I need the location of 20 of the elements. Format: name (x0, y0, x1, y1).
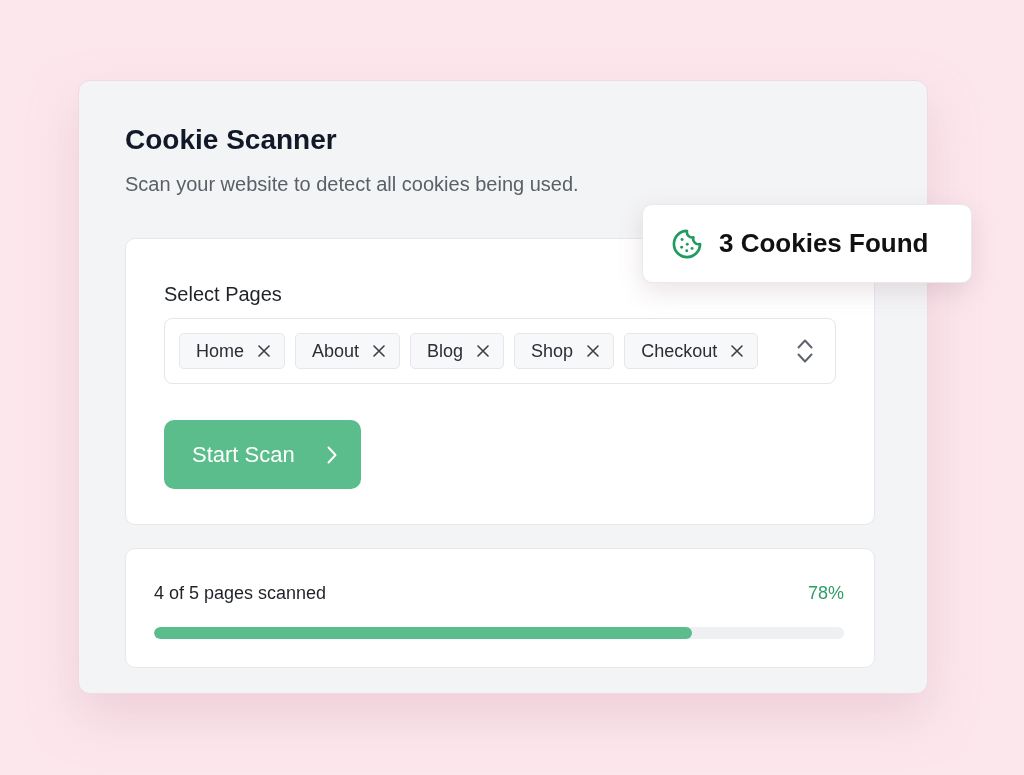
pages-scanned-text: 4 of 5 pages scanned (154, 582, 327, 604)
select-pages-label: Select Pages (164, 282, 283, 306)
cookies-found-text: 3 Cookies Found (719, 228, 929, 259)
page-tag[interactable]: Blog (410, 333, 505, 369)
progress-percent: 78% (807, 582, 844, 604)
close-icon[interactable] (587, 345, 600, 357)
close-icon[interactable] (477, 345, 490, 357)
close-icon[interactable] (731, 345, 744, 357)
page-tag[interactable]: Shop (514, 333, 615, 369)
panel-title: Cookie Scanner (125, 123, 338, 157)
page-tag[interactable]: Home (179, 333, 285, 369)
page-tag[interactable]: About (295, 333, 401, 369)
page-tag[interactable]: Checkout (624, 333, 759, 369)
close-icon[interactable] (373, 345, 386, 357)
cookie-icon (671, 227, 703, 260)
close-icon[interactable] (258, 345, 270, 357)
page-select-field[interactable]: Home About Blog Shop Checkout (164, 318, 836, 384)
panel-subtitle: Scan your website to detect all cookies being used. (125, 172, 580, 197)
chevron-right-icon (326, 445, 337, 464)
chevron-up-down-icon[interactable] (797, 339, 813, 363)
